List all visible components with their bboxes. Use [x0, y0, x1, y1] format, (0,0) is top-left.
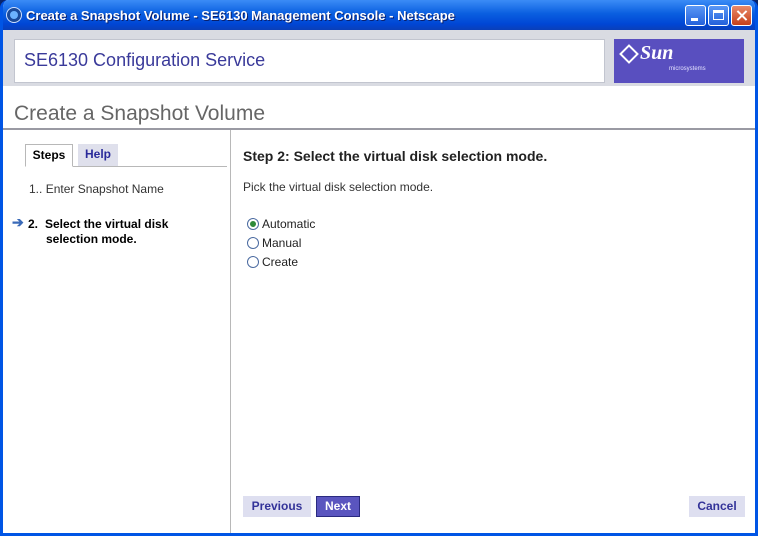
- cancel-button[interactable]: Cancel: [689, 496, 745, 517]
- brand-banner: SE6130 Configuration Service: [14, 39, 605, 83]
- radio-button[interactable]: [247, 256, 259, 268]
- step-number: 2.: [28, 217, 39, 231]
- browser-window: Create a Snapshot Volume - SE6130 Manage…: [0, 0, 758, 536]
- minimize-button[interactable]: [685, 5, 706, 26]
- radio-label: Automatic: [262, 217, 316, 231]
- steps-pane: Steps Help 1.. Enter Snapshot Name ➔ 2. S…: [3, 130, 231, 533]
- step-heading: Step 2: Select the virtual disk selectio…: [243, 148, 548, 164]
- step-number: 1..: [29, 182, 43, 196]
- window-title: Create a Snapshot Volume - SE6130 Manage…: [26, 8, 455, 23]
- sun-diamond-icon: [619, 44, 639, 64]
- step-label-line1: Select the virtual disk: [45, 217, 169, 231]
- netscape-icon: [6, 7, 22, 23]
- tab-steps[interactable]: Steps: [25, 144, 73, 167]
- current-step-arrow-icon: ➔: [12, 214, 24, 230]
- tab-bar: Steps Help: [25, 144, 227, 167]
- next-button[interactable]: Next: [316, 496, 360, 517]
- sun-logo: Sun microsystems: [614, 39, 744, 83]
- step-item-1: 1.. Enter Snapshot Name: [29, 182, 164, 196]
- instructions-text: Pick the virtual disk selection mode.: [243, 180, 434, 194]
- maximize-button[interactable]: [708, 5, 729, 26]
- step-item-2: 2. Select the virtual disk selection mode…: [28, 217, 168, 247]
- masthead: SE6130 Configuration Service Sun microsy…: [3, 30, 755, 86]
- radio-create[interactable]: Create: [247, 255, 298, 269]
- radio-label: Manual: [262, 236, 302, 250]
- page-content: SE6130 Configuration Service Sun microsy…: [3, 30, 755, 533]
- tab-help[interactable]: Help: [78, 144, 118, 166]
- sun-logo-text: Sun: [640, 42, 674, 64]
- app-name: SE6130 Configuration Service: [24, 50, 266, 70]
- page-title: Create a Snapshot Volume: [14, 102, 265, 125]
- radio-label: Create: [262, 255, 299, 269]
- previous-button[interactable]: Previous: [243, 496, 311, 517]
- main-panel: Step 2: Select the virtual disk selectio…: [241, 130, 755, 533]
- step-label-line2: selection mode.: [46, 232, 137, 246]
- radio-manual[interactable]: Manual: [247, 236, 301, 250]
- close-button[interactable]: [731, 5, 752, 26]
- sun-logo-subtext: microsystems: [669, 66, 706, 72]
- radio-button[interactable]: [247, 237, 259, 249]
- title-bar[interactable]: Create a Snapshot Volume - SE6130 Manage…: [3, 0, 755, 30]
- radio-button-checked[interactable]: [247, 218, 259, 230]
- radio-automatic[interactable]: Automatic: [247, 217, 315, 231]
- step-label: Enter Snapshot Name: [45, 182, 164, 196]
